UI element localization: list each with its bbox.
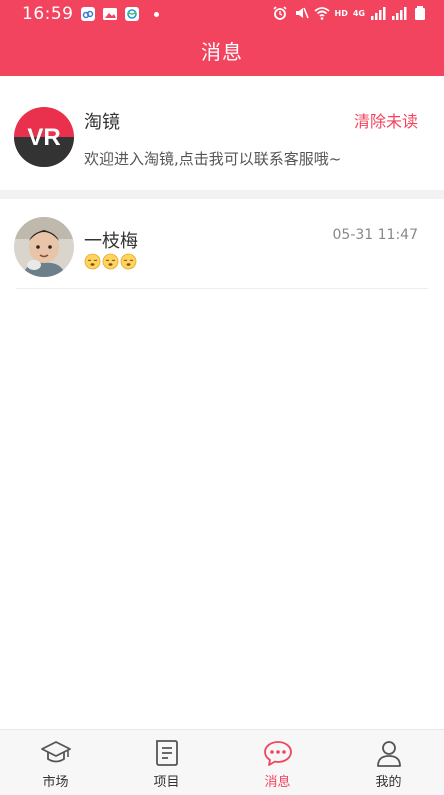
vr-logo-avatar: VR xyxy=(14,107,74,167)
tab-market[interactable]: 市场 xyxy=(0,730,111,795)
sleepy-face-emoji-icon xyxy=(120,253,137,270)
sleepy-face-emoji-icon xyxy=(102,253,119,270)
app-header: 16:59 HD 4G 消息 xyxy=(0,0,444,76)
status-time: 16:59 xyxy=(22,4,74,24)
battery-icon xyxy=(415,6,425,20)
tab-mine[interactable]: 我的 xyxy=(333,730,444,795)
mute-icon xyxy=(295,7,309,19)
wifi-icon xyxy=(313,7,330,20)
vr-logo-text: VR xyxy=(27,124,60,151)
status-notification-icons xyxy=(80,6,159,22)
system-message-row[interactable]: VR 淘镜 清除未读 欢迎进入淘镜,点击我可以联系客服哦~ xyxy=(0,76,444,190)
hd-indicator: HD xyxy=(334,8,348,18)
network-type-label: 4G xyxy=(352,8,365,18)
gallery-icon xyxy=(103,8,117,20)
signal-icon xyxy=(371,7,386,20)
system-message-preview: 欢迎进入淘镜,点击我可以联系客服哦~ xyxy=(84,150,342,168)
chat-bubble-icon xyxy=(263,741,292,766)
bottom-tab-bar: 市场 项目 消息 我的 xyxy=(0,729,444,795)
contact-avatar xyxy=(14,217,74,277)
tab-projects[interactable]: 项目 xyxy=(111,730,222,795)
document-icon xyxy=(155,740,178,766)
clear-unread-button[interactable]: 清除未读 xyxy=(354,108,418,132)
tab-messages-label: 消息 xyxy=(264,775,291,790)
status-system-icons: HD 4G xyxy=(272,5,428,21)
status-bar: 16:59 HD 4G xyxy=(0,0,444,28)
message-timestamp: 05-31 11:47 xyxy=(332,227,418,243)
tab-mine-label: 我的 xyxy=(375,775,402,790)
page-title: 消息 xyxy=(201,40,243,64)
message-preview-emojis xyxy=(84,253,137,270)
tab-messages[interactable]: 消息 xyxy=(222,730,333,795)
more-notifications-dot-icon xyxy=(154,11,159,17)
sleepy-face-emoji-icon xyxy=(84,253,101,270)
mobile-operator-icon xyxy=(125,7,139,21)
user-icon xyxy=(376,741,401,767)
chat-list-item[interactable]: 一枝梅 05-31 11:47 xyxy=(0,199,444,289)
cloud-app-icon xyxy=(81,7,95,21)
tab-market-label: 市场 xyxy=(42,775,69,790)
contact-name: 一枝梅 xyxy=(84,231,138,252)
section-divider xyxy=(0,190,444,199)
system-sender-name: 淘镜 xyxy=(84,112,120,133)
alarm-icon xyxy=(272,6,287,20)
list-divider xyxy=(16,288,428,289)
tab-projects-label: 项目 xyxy=(153,775,180,790)
signal-icon-2 xyxy=(392,7,407,20)
graduation-cap-icon xyxy=(40,741,71,763)
